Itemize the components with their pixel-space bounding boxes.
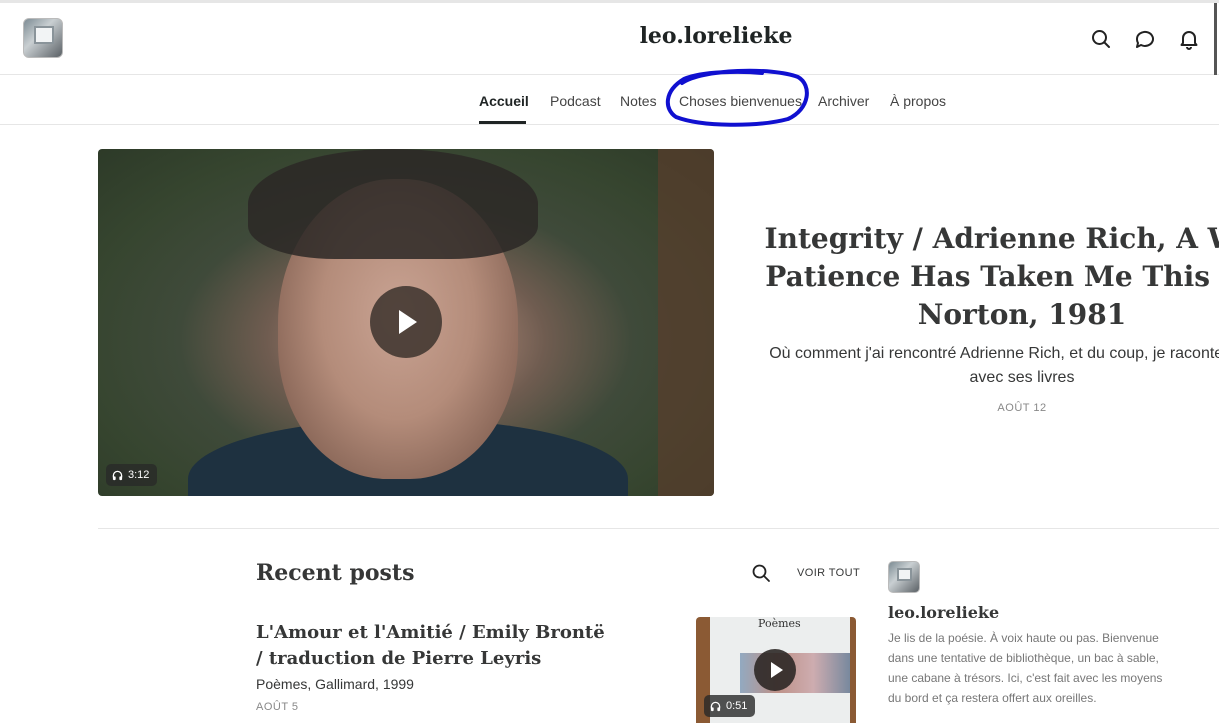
post-date: AOÛT 5: [256, 701, 299, 713]
post-duration-badge: 0:51: [704, 695, 756, 717]
hero-duration: 3:12: [128, 469, 150, 481]
nav-item-podcast[interactable]: Podcast: [550, 93, 601, 109]
headphones-icon: [112, 470, 123, 480]
nav-item-accueil[interactable]: Accueil: [479, 93, 529, 109]
hero-image[interactable]: 3:12: [98, 149, 714, 496]
profile-name[interactable]: leo.lorelieke: [888, 603, 999, 622]
post-title[interactable]: L'Amour et l'Amitié / Emily Brontë / tra…: [256, 620, 616, 672]
nav-item-notes[interactable]: Notes: [620, 93, 657, 109]
nav-item-a-propos[interactable]: À propos: [890, 93, 946, 109]
hero-duration-badge: 3:12: [106, 464, 158, 486]
window-edge: [1214, 3, 1217, 75]
thumbnail-book-title: Poèmes: [758, 617, 801, 630]
post-thumbnail[interactable]: Poèmes 0:51: [696, 617, 856, 723]
headphones-icon: [710, 701, 721, 711]
hero-title[interactable]: Integrity / Adrienne Rich, A Wild Patien…: [752, 220, 1219, 334]
post-play-button[interactable]: [754, 649, 796, 691]
search-icon[interactable]: [751, 563, 771, 583]
post-subtitle: Poèmes, Gallimard, 1999: [256, 676, 414, 692]
hero-date: AOÛT 12: [997, 402, 1047, 414]
post-duration: 0:51: [726, 700, 748, 712]
chat-icon[interactable]: [1133, 27, 1157, 51]
hero-play-button[interactable]: [370, 286, 442, 358]
nav-item-archiver[interactable]: Archiver: [818, 93, 869, 109]
hero-text: Integrity / Adrienne Rich, A Wild Patien…: [752, 220, 1219, 414]
highlight-circle-annotation: [665, 68, 809, 127]
search-icon[interactable]: [1089, 27, 1113, 51]
bell-icon[interactable]: [1177, 27, 1201, 51]
active-tab-indicator: [479, 121, 526, 124]
hero-subtitle: Où comment j'ai rencontré Adrienne Rich,…: [769, 345, 1219, 386]
section-divider: [98, 528, 1219, 529]
site-title[interactable]: leo.lorelieke: [0, 23, 1219, 49]
see-all-link[interactable]: VOIR TOUT: [797, 567, 860, 579]
main-nav: Accueil Podcast Notes Choses bienvenues …: [0, 76, 1219, 125]
profile-avatar[interactable]: [888, 561, 920, 593]
site-header: leo.lorelieke: [0, 3, 1219, 75]
profile-bio: Je lis de la poésie. À voix haute ou pas…: [888, 631, 1163, 705]
recent-posts-heading: Recent posts: [256, 560, 415, 586]
